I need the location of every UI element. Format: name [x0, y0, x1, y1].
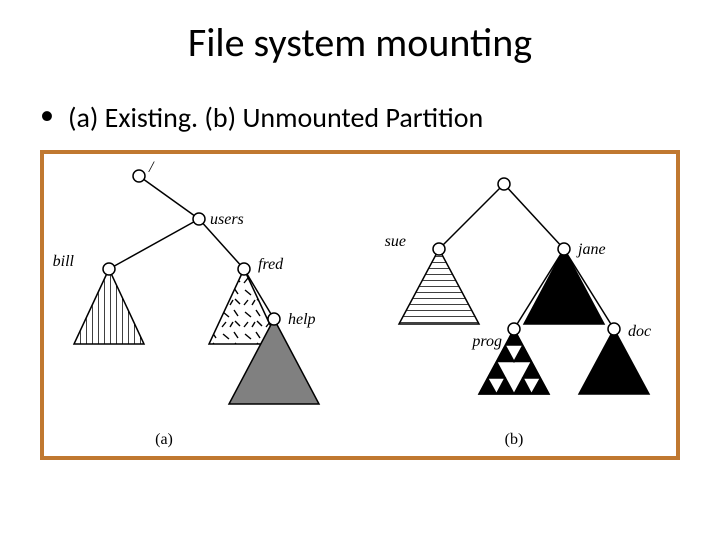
- jane-node: [558, 243, 570, 255]
- prog-label: prog: [471, 333, 502, 350]
- caption-a: (a): [155, 431, 173, 448]
- bullet-text: (a) Existing. (b) Unmounted Partition: [68, 100, 483, 135]
- root-node: [133, 170, 145, 182]
- tree-a: / users bill fred help (a): [53, 159, 319, 448]
- jane-label: jane: [576, 241, 606, 258]
- root-label: /: [148, 159, 155, 176]
- bill-subtree-icon: [74, 269, 144, 344]
- help-label: help: [288, 311, 316, 328]
- fred-label: fred: [258, 256, 284, 273]
- fred-node: [238, 263, 250, 275]
- sue-node: [433, 243, 445, 255]
- jane-subtree-icon: [524, 249, 604, 324]
- users-node: [193, 213, 205, 225]
- bullet-line: • (a) Existing. (b) Unmounted Partition: [40, 100, 483, 135]
- sue-subtree-icon: [399, 249, 479, 324]
- help-node: [268, 313, 280, 325]
- users-label: users: [210, 211, 244, 228]
- bill-node: [103, 263, 115, 275]
- partition-root-node: [498, 178, 510, 190]
- bill-label: bill: [53, 253, 75, 270]
- mounting-diagram: / users bill fred help (a): [44, 154, 676, 456]
- doc-label: doc: [628, 323, 651, 340]
- tree-b: sue jane prog doc (b): [385, 178, 651, 448]
- figure-container: / users bill fred help (a): [40, 150, 680, 460]
- caption-b: (b): [505, 431, 524, 448]
- sue-label: sue: [385, 233, 406, 250]
- bullet-icon: •: [40, 97, 54, 132]
- slide-title: File system mounting: [0, 18, 720, 67]
- prog-node: [508, 323, 520, 335]
- doc-node: [608, 323, 620, 335]
- slide: File system mounting • (a) Existing. (b) …: [0, 0, 720, 540]
